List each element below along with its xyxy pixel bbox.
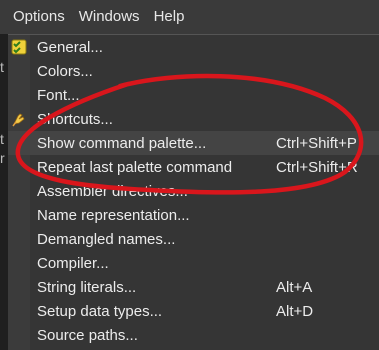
menu-item-colors[interactable]: Colors... [8,59,379,83]
menu-item-label: Source paths... [37,326,138,344]
menu-item-assembler-directives[interactable]: Assembler directives... [8,179,379,203]
ida-options-menu-screenshot: Options Windows Help t t r General... Co… [0,0,379,350]
menu-item-demangled-names[interactable]: Demangled names... [8,227,379,251]
menu-item-general[interactable]: General... [8,35,379,59]
options-dropdown-menu: General... Colors... Font... Shortcuts..… [8,34,379,350]
menu-item-shortcut: Alt+D [276,302,314,320]
menu-item-label: String literals... [37,278,137,296]
menu-item-label: Colors... [37,62,93,80]
menu-item-setup-data-types[interactable]: Setup data types... Alt+D [8,299,379,323]
menu-item-label: Font... [37,86,80,104]
edge-glyph: t [0,59,4,75]
menu-item-label: Assembler directives... [37,182,188,200]
menu-bar: Options Windows Help [0,0,379,34]
checklist-icon [11,39,27,55]
menu-item-label: Repeat last palette command [37,158,233,176]
hand-tool-icon [11,111,27,127]
menu-item-shortcut: Alt+A [276,278,313,296]
menu-item-string-literals[interactable]: String literals... Alt+A [8,275,379,299]
menu-item-label: Demangled names... [37,230,176,248]
menubar-windows[interactable]: Windows [72,0,147,34]
menu-item-label: General... [37,38,103,56]
menu-item-source-paths[interactable]: Source paths... [8,323,379,347]
menubar-options[interactable]: Options [0,0,72,34]
menu-item-shortcut: Ctrl+Shift+P [276,134,357,152]
edge-glyph: t [0,131,4,147]
menu-item-shortcuts[interactable]: Shortcuts... [8,107,379,131]
menu-item-label: Shortcuts... [37,110,113,128]
menu-item-compiler[interactable]: Compiler... [8,251,379,275]
menu-item-font[interactable]: Font... [8,83,379,107]
menu-item-name-representation[interactable]: Name representation... [8,203,379,227]
menu-item-shortcut: Ctrl+Shift+R [276,158,358,176]
menu-item-label: Setup data types... [37,302,163,320]
menu-item-label: Show command palette... [37,134,207,152]
menu-item-label: Compiler... [37,254,109,272]
edge-glyph: r [0,150,5,166]
menu-item-show-command-palette[interactable]: Show command palette... Ctrl+Shift+P [8,131,379,155]
menu-item-repeat-last-palette-command[interactable]: Repeat last palette command Ctrl+Shift+R [8,155,379,179]
menu-item-label: Name representation... [37,206,190,224]
menubar-help[interactable]: Help [147,0,192,34]
background-window-edge: t t r [0,34,8,350]
